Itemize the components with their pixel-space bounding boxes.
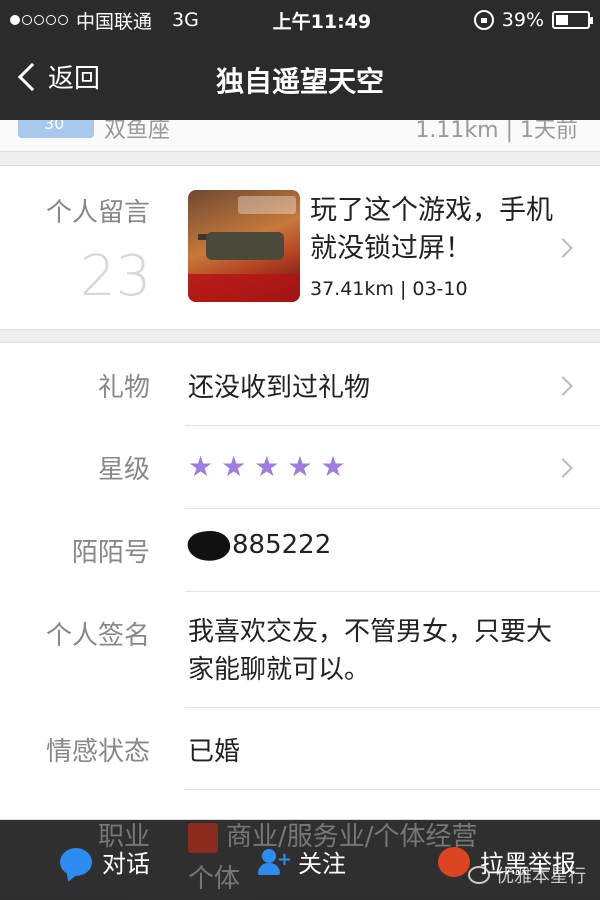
divider [185, 707, 600, 708]
status-bar: 中国联通 3G 上午11:49 39% [0, 0, 600, 40]
chevron-right-icon [553, 458, 573, 478]
messages-count: 23 [80, 244, 152, 309]
divider [185, 789, 600, 790]
distance-time-label: 1.11km | 1天前 [415, 120, 578, 143]
wechat-icon [468, 866, 490, 884]
battery-percent: 39% [501, 9, 544, 31]
personal-messages-row[interactable]: 个人留言 23 玩了这个游戏，手机就没锁过屏！ 37.41km | 03-10 [0, 165, 600, 330]
gift-value: 还没收到过礼物 [188, 373, 371, 403]
follow-button[interactable]: + 关注 [258, 844, 346, 879]
chat-bubble-icon [60, 847, 92, 876]
level-label: 星级 [97, 455, 150, 485]
orientation-lock-icon [473, 10, 494, 30]
star-icon: ★ [287, 450, 313, 483]
watermark: 优雅本星行 [468, 862, 586, 888]
divider [185, 425, 600, 426]
age-value: 30 [44, 120, 65, 133]
block-icon [438, 846, 470, 877]
relationship-label: 情感状态 [45, 737, 150, 767]
star-rating: ★ ★ ★ ★ ★ [188, 453, 346, 481]
momo-id-value: 885222 [186, 527, 332, 564]
carrier-label: 中国联通 [76, 10, 153, 33]
zodiac-label: 双鱼座 [104, 120, 171, 143]
star-icon: ★ [221, 450, 247, 483]
redaction-scribble [186, 527, 232, 564]
job-value-secondary: 个体 [188, 864, 241, 894]
chat-button[interactable]: 对话 [60, 844, 150, 879]
profile-info-card: 礼物 还没收到过礼物 星级 ★ ★ ★ ★ ★ 陌陌号 885222 个人签名 我喜欢交… [0, 342, 600, 820]
bottom-toolbar: 职业 商业/服务业/个体经营 个体 对话 + 关注 拉黑举报 优雅本星行 [0, 820, 600, 900]
messages-label: 个人留言 [45, 198, 150, 228]
chevron-right-icon [553, 376, 573, 396]
post-thumbnail [188, 190, 300, 302]
divider [185, 508, 600, 509]
chat-label: 对话 [102, 850, 150, 878]
status-right: 39% [473, 9, 593, 31]
battery-icon [552, 11, 593, 29]
signal-icon [10, 15, 68, 25]
momo-id-label: 陌陌号 [71, 538, 150, 568]
follow-label: 关注 [298, 850, 346, 878]
star-icon: ★ [188, 450, 214, 483]
status-time: 上午11:49 [272, 10, 372, 33]
watermark-text: 优雅本星行 [496, 866, 586, 887]
add-user-icon: + [258, 847, 292, 877]
signature-value: 我喜欢交友，不管男女，只要大家能聊就可以。 [188, 617, 553, 685]
momo-id-number: 885222 [232, 530, 332, 560]
gift-label: 礼物 [97, 373, 150, 403]
nav-bar: 返回 独自遥望天空 [0, 40, 600, 120]
star-icon: ★ [320, 450, 346, 483]
status-left: 中国联通 3G [10, 7, 230, 34]
age-badge: 30 [18, 120, 94, 138]
network-label: 3G [172, 9, 199, 31]
profile-summary-row: 30 双鱼座 1.11km | 1天前 [0, 120, 600, 152]
page-title: 独自遥望天空 [215, 65, 384, 98]
job-icon [188, 822, 218, 853]
post-meta: 37.41km | 03-10 [310, 278, 468, 300]
signature-label: 个人签名 [45, 621, 150, 651]
post-text: 玩了这个游戏，手机就没锁过屏！ [310, 195, 553, 264]
divider [185, 591, 600, 592]
relationship-value: 已婚 [188, 737, 241, 767]
star-icon: ★ [254, 450, 280, 483]
